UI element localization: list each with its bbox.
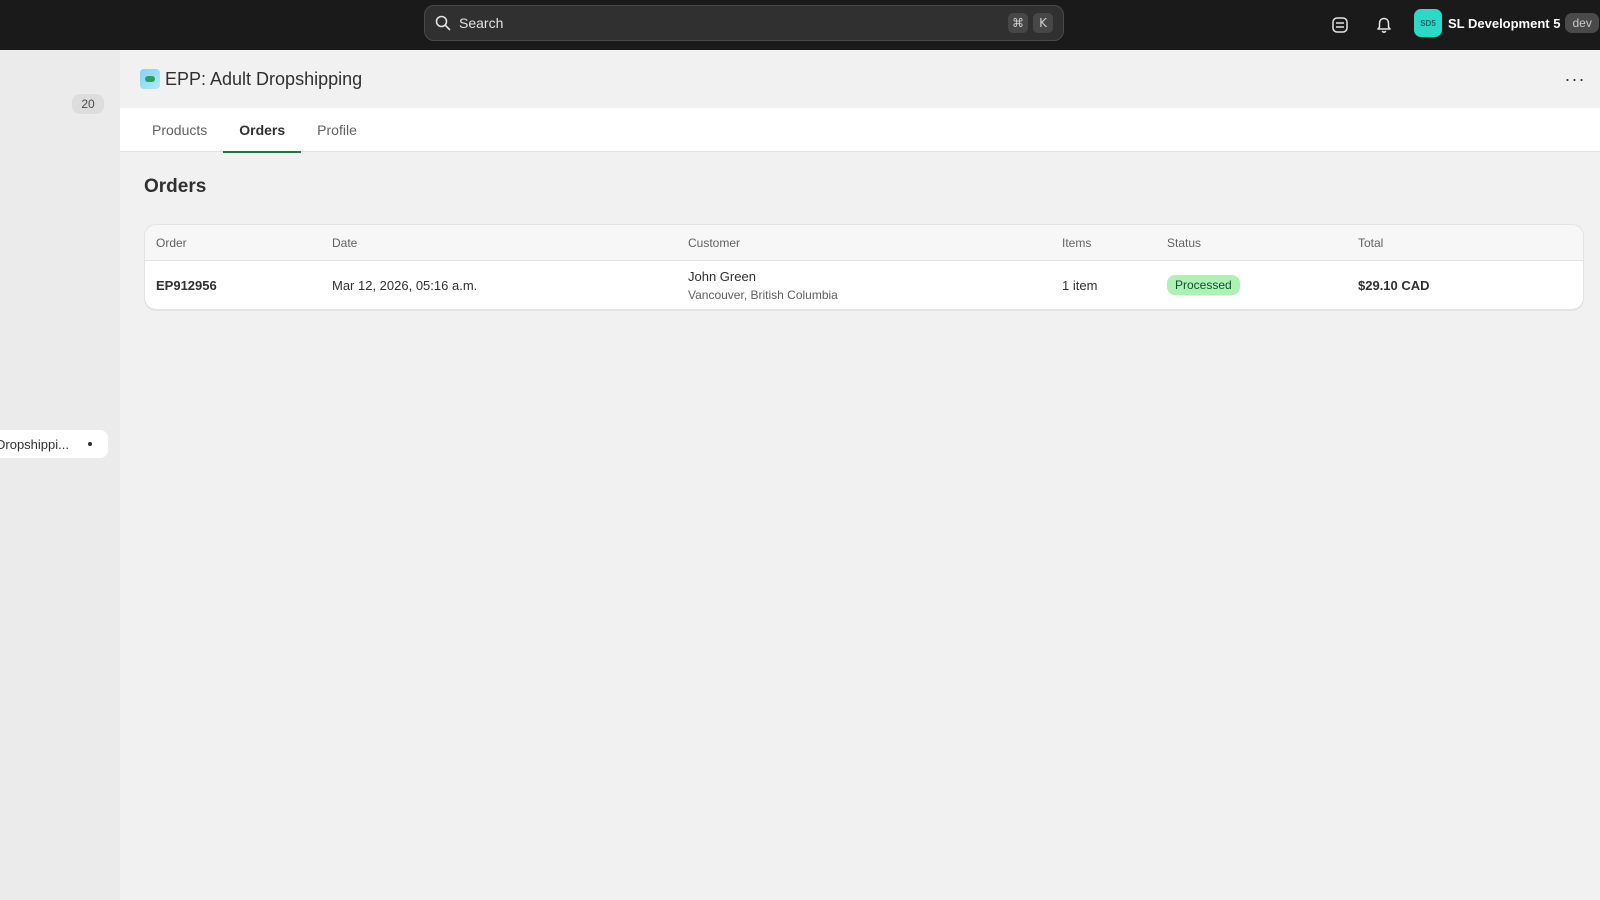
order-items: 1 item	[1062, 277, 1098, 293]
search-bar[interactable]: Search ⌘ K	[424, 5, 1064, 41]
search-placeholder: Search	[459, 15, 504, 31]
sidebar-count-badge: 20	[72, 94, 104, 114]
customer-info: John Green Vancouver, British Columbia	[688, 269, 838, 302]
status-badge: Processed	[1167, 275, 1240, 295]
shortcut-k-key: K	[1033, 13, 1053, 33]
column-header-items: Items	[1062, 235, 1092, 250]
order-date: Mar 12, 2026, 05:16 a.m.	[332, 277, 478, 293]
order-status: Processed	[1167, 261, 1240, 309]
sidebar: 20 Dropshippi...	[0, 50, 120, 900]
tab-profile[interactable]: Profile	[301, 108, 373, 152]
table-row[interactable]: EP912956 Mar 12, 2026, 05:16 a.m. John G…	[145, 261, 1583, 309]
inbox-icon[interactable]	[1328, 13, 1352, 37]
column-header-order: Order	[156, 235, 187, 250]
main-content: EPP: Adult Dropshipping ··· Products Ord…	[120, 50, 1600, 900]
customer-location: Vancouver, British Columbia	[688, 287, 838, 302]
column-header-status: Status	[1167, 235, 1202, 250]
table-header: Order Date Customer Items Status Total	[145, 225, 1583, 261]
app-title: EPP: Adult Dropshipping	[165, 68, 363, 89]
customer-name: John Green	[688, 268, 756, 284]
bell-icon[interactable]	[1372, 13, 1396, 37]
store-switcher[interactable]: SD5 SL Development 5 dev	[1414, 9, 1599, 37]
sidebar-item-dropshipping[interactable]: Dropshippi...	[0, 430, 108, 458]
page-title: Orders	[144, 176, 207, 197]
app-logo-icon	[140, 69, 160, 89]
order-total: $29.10 CAD	[1358, 277, 1430, 293]
orders-table: Order Date Customer Items Status Total E…	[144, 224, 1584, 310]
sidebar-item-label: Dropshippi...	[0, 436, 69, 452]
more-actions-button[interactable]: ···	[1564, 68, 1586, 90]
active-dot-icon	[88, 442, 92, 446]
order-customer: John Green Vancouver, British Columbia	[688, 261, 838, 309]
tab-bar: Products Orders Profile	[120, 108, 1600, 153]
column-header-customer: Customer	[688, 235, 741, 250]
dev-badge: dev	[1565, 13, 1599, 33]
tab-products[interactable]: Products	[136, 108, 223, 152]
store-name: SL Development 5	[1448, 15, 1561, 31]
store-avatar: SD5	[1414, 9, 1442, 37]
top-bar: Search ⌘ K SD5 SL Development 5 dev	[0, 0, 1600, 50]
shortcut-cmd-key: ⌘	[1008, 13, 1028, 33]
order-number[interactable]: EP912956	[156, 261, 217, 309]
column-header-date: Date	[332, 235, 358, 250]
column-header-total: Total	[1358, 235, 1384, 250]
search-icon	[435, 15, 451, 31]
tab-orders[interactable]: Orders	[223, 108, 302, 153]
app-header: EPP: Adult Dropshipping ···	[120, 50, 1600, 108]
